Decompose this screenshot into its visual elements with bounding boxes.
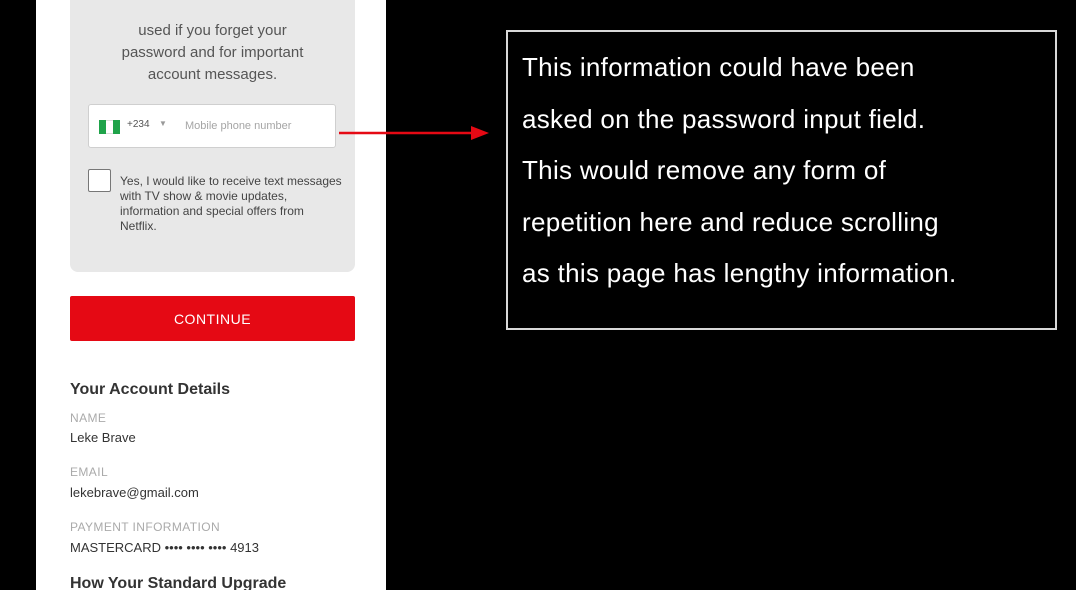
payment-value: MASTERCARD •••• •••• •••• 4913: [70, 540, 259, 555]
phone-placeholder: Mobile phone number: [185, 120, 292, 132]
sms-optin-label: Yes, I would like to receive text messag…: [120, 174, 342, 233]
name-label: NAME: [70, 411, 107, 425]
sms-optin-card: used if you forget your password and for…: [70, 0, 355, 272]
screenshot-stage: used if you forget your password and for…: [0, 0, 1076, 590]
sms-description: used if you forget your password and for…: [121, 22, 304, 83]
continue-button[interactable]: CONTINUE: [70, 296, 355, 341]
payment-label: PAYMENT INFORMATION: [70, 520, 221, 534]
chevron-down-icon[interactable]: ▼: [159, 119, 167, 128]
email-label: EMAIL: [70, 465, 109, 479]
upgrade-heading: How Your Standard Upgrade: [70, 575, 287, 590]
country-code[interactable]: +234: [127, 119, 150, 130]
phone-screen: used if you forget your password and for…: [36, 0, 386, 590]
annotation-box: This information could have been asked o…: [506, 30, 1057, 330]
email-value: lekebrave@gmail.com: [70, 485, 199, 500]
mobile-phone-input[interactable]: +234 ▼ Mobile phone number: [88, 104, 336, 148]
name-value: Leke Brave: [70, 430, 136, 445]
annotation-arrow-icon: [339, 126, 489, 140]
nigeria-flag-icon: [99, 120, 120, 134]
sms-optin-checkbox[interactable]: [88, 169, 111, 192]
annotation-text: This information could have been asked o…: [522, 52, 957, 288]
account-details-heading: Your Account Details: [70, 381, 231, 398]
